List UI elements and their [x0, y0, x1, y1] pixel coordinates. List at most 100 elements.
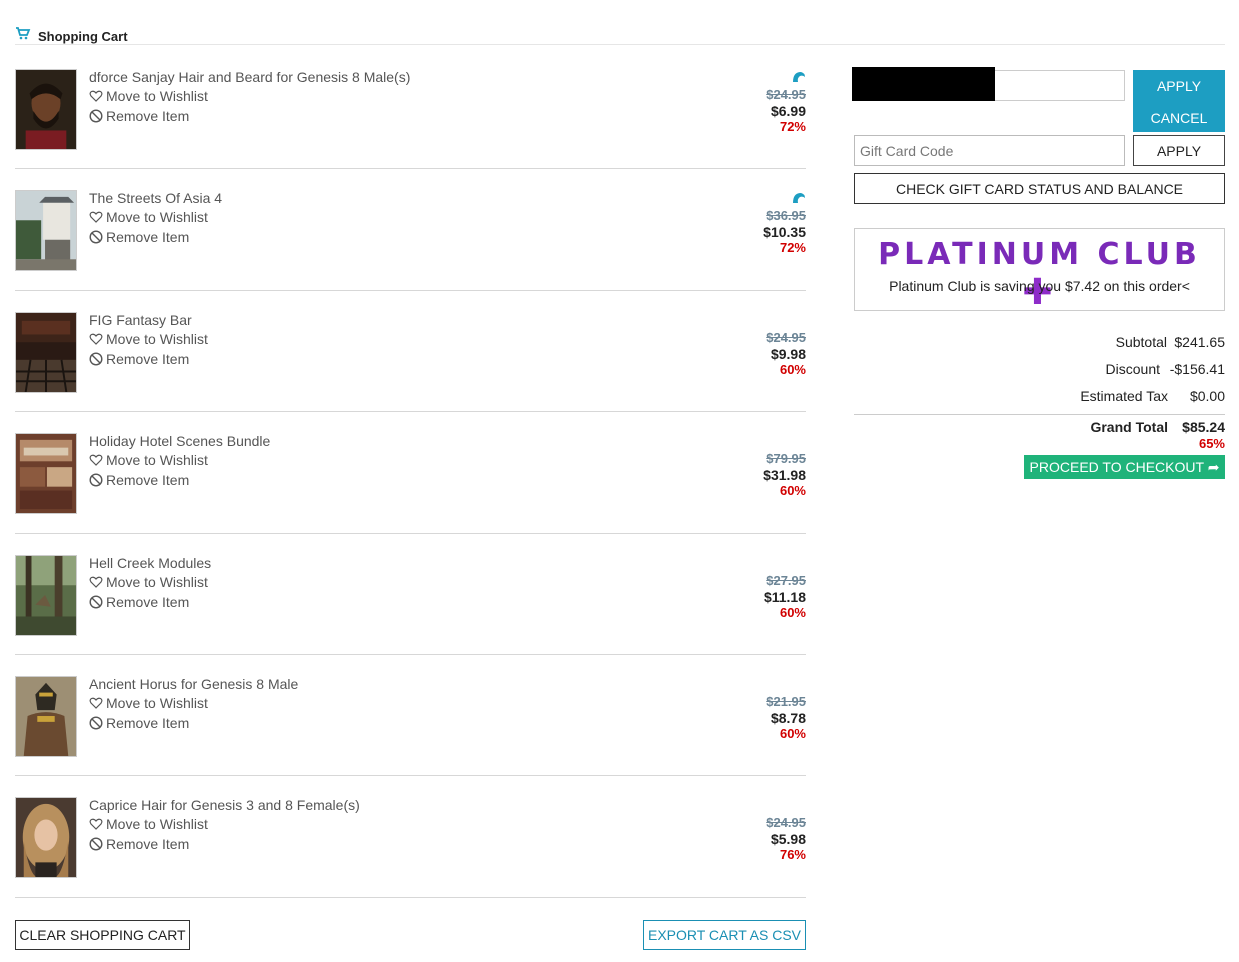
arrow-right-icon: ➦ [1207, 458, 1220, 475]
discount-percent: 72% [779, 240, 806, 256]
move-to-wishlist-link[interactable]: Move to Wishlist [89, 88, 208, 104]
total-savings-percent: 65% [1198, 436, 1225, 451]
remove-item-link[interactable]: Remove Item [89, 108, 189, 124]
cart-item: Ancient Horus for Genesis 8 Male Move to … [15, 655, 806, 777]
remove-label: Remove Item [106, 714, 190, 731]
product-thumbnail[interactable] [15, 190, 77, 272]
gift-card-apply-button[interactable]: APPLY [1133, 135, 1225, 166]
heart-icon [89, 90, 103, 102]
platinum-savings-text: Platinum Club is saving you $7.42 on thi… [889, 278, 1190, 294]
product-name-link[interactable]: dforce Sanjay Hair and Beard for Genesis… [89, 69, 410, 85]
discount-label: Discount [1105, 361, 1160, 377]
price-block: $27.95 $11.18 60% [764, 573, 806, 621]
product-name-link[interactable]: Ancient Horus for Genesis 8 Male [89, 676, 298, 692]
clear-cart-button[interactable]: CLEAR SHOPPING CART [15, 920, 190, 950]
cart-icon [16, 27, 31, 40]
product-thumbnail[interactable] [15, 554, 77, 636]
heart-icon [89, 212, 103, 224]
price-block: $36.95 $10.35 72% [763, 208, 806, 256]
remove-label: Remove Item [106, 836, 190, 853]
cart-item: The Streets Of Asia 4 Move to Wishlist Rem… [15, 169, 806, 291]
remove-icon [89, 109, 103, 123]
sale-price: $6.99 [770, 103, 806, 119]
remove-icon [89, 352, 103, 366]
subtotal-row: Subtotal $241.65 [854, 333, 1225, 360]
original-price: $27.95 [766, 572, 806, 588]
heart-icon [89, 333, 103, 345]
move-to-wishlist-link[interactable]: Move to Wishlist [89, 574, 208, 590]
discount-percent: 60% [779, 725, 806, 741]
cart-item: Hell Creek Modules Move to Wishlist Remove… [15, 534, 806, 655]
sale-price: $5.98 [770, 831, 806, 848]
discount-percent: 76% [779, 847, 806, 863]
sale-price: $9.98 [770, 345, 806, 362]
checkout-label: PROCEED TO CHECKOUT [1029, 458, 1204, 475]
product-thumbnail[interactable] [15, 797, 77, 879]
product-thumbnail[interactable] [15, 433, 77, 515]
remove-item-link[interactable]: Remove Item [89, 594, 189, 610]
gift-card-input[interactable] [854, 135, 1125, 166]
product-name-link[interactable]: Hell Creek Modules [89, 555, 211, 571]
remove-item-link[interactable]: Remove Item [89, 351, 189, 367]
price-block: $24.95 $6.99 72% [766, 87, 806, 135]
subtotal-value: $241.65 [1174, 334, 1225, 350]
platinum-club-banner[interactable]: PLATINUM CLUB ✚ Platinum Club is saving … [854, 228, 1225, 313]
move-to-wishlist-link[interactable]: Move to Wishlist [89, 816, 208, 832]
heart-icon [89, 454, 103, 467]
sale-price: $10.35 [763, 224, 806, 241]
product-name-link[interactable]: Holiday Hotel Scenes Bundle [89, 433, 270, 449]
original-price: $36.95 [766, 208, 806, 224]
remove-item-link[interactable]: Remove Item [89, 472, 189, 488]
discount-value: -$156.41 [1169, 361, 1225, 377]
proceed-to-checkout-button[interactable]: PROCEED TO CHECKOUT ➦ [1024, 455, 1225, 479]
remove-item-link[interactable]: Remove Item [89, 229, 189, 245]
original-price: $79.95 [766, 451, 806, 467]
remove-label: Remove Item [106, 108, 190, 124]
move-to-wishlist-link[interactable]: Move to Wishlist [89, 209, 208, 225]
discount-percent: 60% [779, 483, 806, 499]
wishlist-label: Move to Wishlist [106, 88, 208, 104]
remove-icon [89, 230, 103, 244]
product-name-link[interactable]: Caprice Hair for Genesis 3 and 8 Female(… [89, 797, 360, 813]
remove-label: Remove Item [106, 472, 190, 489]
move-to-wishlist-link[interactable]: Move to Wishlist [89, 331, 208, 347]
brand-badge-icon [793, 72, 805, 82]
wishlist-label: Move to Wishlist [106, 209, 208, 226]
export-csv-button[interactable]: EXPORT CART AS CSV [643, 920, 806, 950]
remove-icon [89, 716, 103, 730]
original-price: $21.95 [766, 693, 806, 709]
sale-price: $31.98 [763, 467, 806, 484]
price-block: $24.95 $5.98 76% [766, 815, 806, 863]
move-to-wishlist-link[interactable]: Move to Wishlist [89, 695, 208, 711]
remove-item-link[interactable]: Remove Item [89, 715, 189, 731]
product-name-link[interactable]: The Streets Of Asia 4 [89, 190, 222, 206]
remove-item-link[interactable]: Remove Item [89, 836, 189, 852]
redacted-block [852, 67, 995, 101]
tax-row: Estimated Tax $0.00 [854, 387, 1225, 414]
promo-apply-button[interactable]: APPLY [1133, 78, 1225, 94]
sale-price: $11.18 [763, 588, 806, 605]
subtotal-label: Subtotal [1115, 334, 1167, 350]
product-name-link[interactable]: FIG Fantasy Bar [89, 312, 192, 328]
product-thumbnail[interactable] [15, 675, 77, 757]
original-price: $24.95 [766, 87, 806, 102]
remove-label: Remove Item [106, 229, 190, 246]
wishlist-label: Move to Wishlist [106, 573, 208, 590]
brand-badge-icon [793, 193, 805, 204]
promo-action-block: APPLY CANCEL [1133, 70, 1225, 132]
promo-cancel-button[interactable]: CANCEL [1133, 110, 1225, 126]
move-to-wishlist-link[interactable]: Move to Wishlist [89, 452, 208, 468]
product-thumbnail[interactable] [15, 69, 77, 150]
cart-item: Caprice Hair for Genesis 3 and 8 Female(… [15, 776, 806, 898]
remove-label: Remove Item [106, 350, 190, 367]
discount-percent: 60% [779, 604, 806, 620]
sale-price: $8.78 [770, 709, 806, 726]
product-thumbnail[interactable] [15, 311, 77, 393]
check-gift-card-button[interactable]: CHECK GIFT CARD STATUS AND BALANCE [854, 173, 1225, 204]
price-block: $79.95 $31.98 60% [763, 451, 806, 499]
heart-icon [89, 818, 103, 831]
remove-label: Remove Item [106, 593, 190, 610]
original-price: $24.95 [766, 329, 806, 345]
wishlist-label: Move to Wishlist [106, 816, 208, 833]
remove-icon [89, 473, 103, 487]
